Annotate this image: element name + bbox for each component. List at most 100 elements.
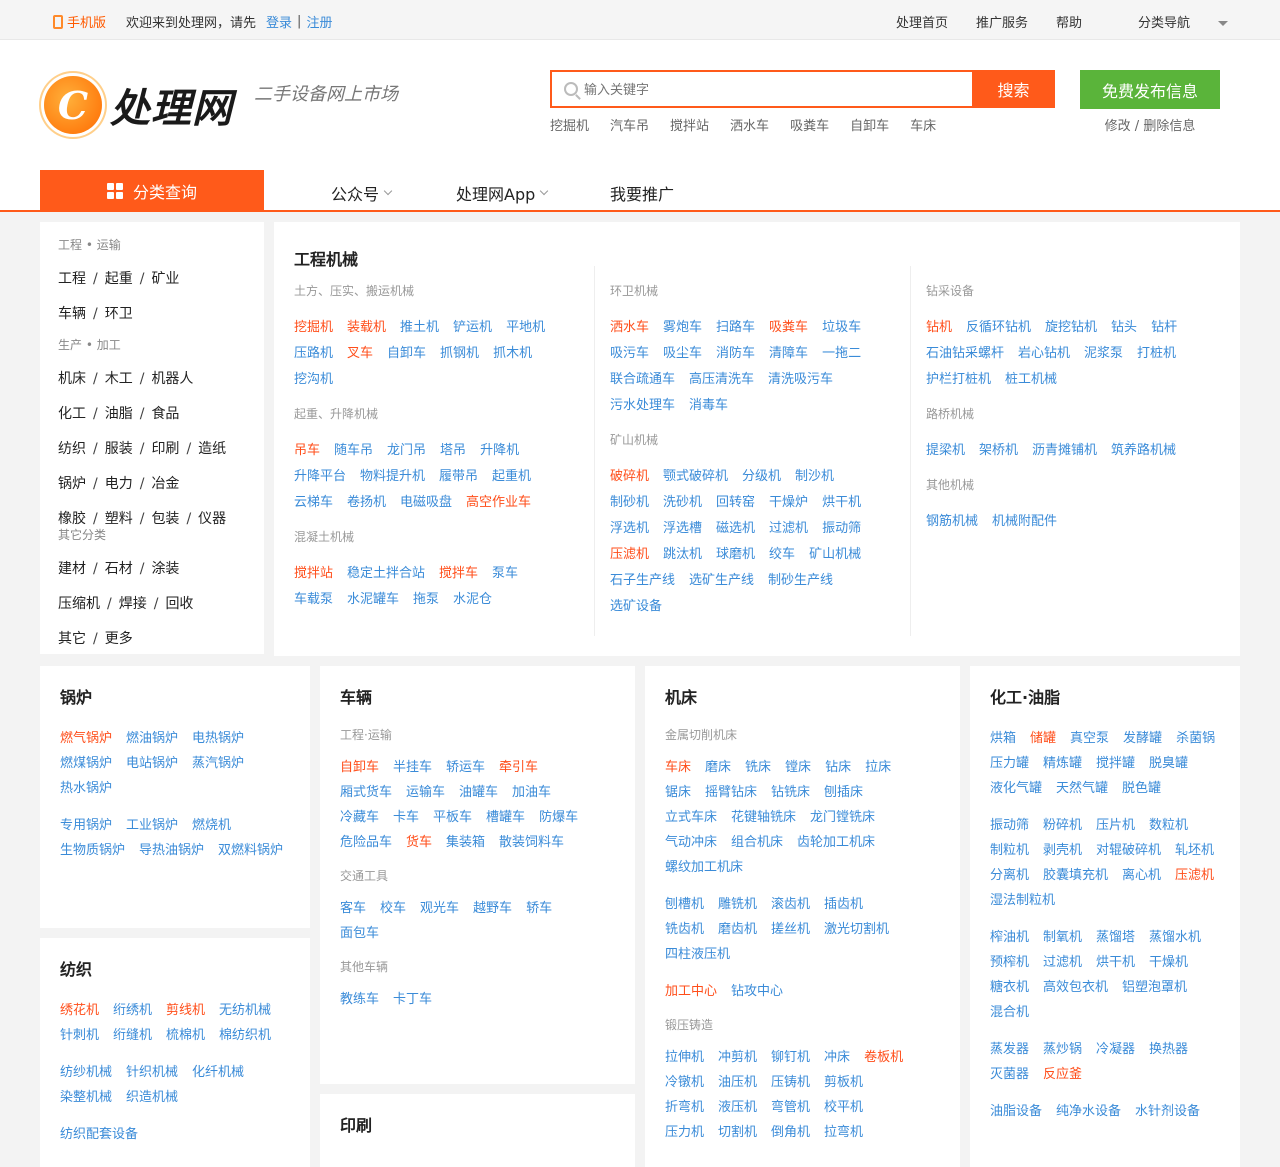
category-link[interactable]: 专用锅炉 xyxy=(60,818,112,833)
category-link[interactable]: 振动筛 xyxy=(990,818,1029,833)
category-link[interactable]: 升降平台 xyxy=(294,469,346,484)
hotword[interactable]: 汽车吊 xyxy=(610,115,649,134)
hotword[interactable]: 挖掘机 xyxy=(550,115,589,134)
category-link[interactable]: 水泥仓 xyxy=(453,592,492,607)
category-link[interactable]: 气动冲床 xyxy=(665,835,717,850)
category-link[interactable]: 铲运机 xyxy=(453,320,492,335)
category-link[interactable]: 高效包衣机 xyxy=(1043,980,1108,995)
category-link[interactable]: 织造机械 xyxy=(126,1090,178,1105)
category-link[interactable]: 振动筛 xyxy=(822,521,861,536)
category-link[interactable]: 蒸发器 xyxy=(990,1042,1029,1057)
category-link[interactable]: 绣花机 xyxy=(60,1003,99,1018)
category-link[interactable]: 拉床 xyxy=(865,760,891,775)
sidebar-link[interactable]: 冶金 xyxy=(151,476,179,492)
sidebar-link[interactable]: 工程 xyxy=(58,271,86,287)
category-link[interactable]: 车床 xyxy=(665,760,691,775)
category-link[interactable]: 提梁机 xyxy=(926,443,965,458)
category-link[interactable]: 升降机 xyxy=(480,443,519,458)
category-link[interactable]: 清障车 xyxy=(769,346,808,361)
category-link[interactable]: 烘箱 xyxy=(990,731,1016,746)
category-link[interactable]: 塔吊 xyxy=(440,443,466,458)
category-link[interactable]: 压力机 xyxy=(665,1125,704,1140)
category-link[interactable]: 平地机 xyxy=(506,320,545,335)
sidebar-link[interactable]: 服装 xyxy=(105,441,133,457)
category-link[interactable]: 刨槽机 xyxy=(665,897,704,912)
category-link[interactable]: 数粒机 xyxy=(1149,818,1188,833)
category-link[interactable]: 拉伸机 xyxy=(665,1050,704,1065)
category-link[interactable]: 抓木机 xyxy=(493,346,532,361)
category-link[interactable]: 天然气罐 xyxy=(1056,781,1108,796)
category-link[interactable]: 轿运车 xyxy=(446,760,485,775)
category-link[interactable]: 油压机 xyxy=(718,1075,757,1090)
category-link[interactable]: 倒角机 xyxy=(771,1125,810,1140)
category-link[interactable]: 校平机 xyxy=(824,1100,863,1115)
category-link[interactable]: 过滤机 xyxy=(769,521,808,536)
category-link[interactable]: 导热油锅炉 xyxy=(139,843,204,858)
category-link[interactable]: 镗床 xyxy=(785,760,811,775)
category-link[interactable]: 电站锅炉 xyxy=(126,756,178,771)
category-link[interactable]: 换热器 xyxy=(1149,1042,1188,1057)
category-link[interactable]: 自卸车 xyxy=(387,346,426,361)
category-link[interactable]: 针刺机 xyxy=(60,1028,99,1043)
sidebar-link[interactable]: 食品 xyxy=(151,406,179,422)
category-link[interactable]: 岩心钻机 xyxy=(1018,346,1070,361)
category-link[interactable]: 雕铣机 xyxy=(718,897,757,912)
category-link[interactable]: 制粒机 xyxy=(990,843,1029,858)
category-link[interactable]: 剥壳机 xyxy=(1043,843,1082,858)
category-link[interactable]: 燃气锅炉 xyxy=(60,731,112,746)
category-link[interactable]: 湿法制粒机 xyxy=(990,893,1055,908)
category-link[interactable]: 铝塑泡罩机 xyxy=(1122,980,1187,995)
search-button[interactable]: 搜索 xyxy=(972,70,1055,108)
category-link[interactable]: 制氧机 xyxy=(1043,930,1082,945)
category-link[interactable]: 吸污车 xyxy=(610,346,649,361)
sidebar-link[interactable]: 包装 xyxy=(151,511,179,527)
category-link[interactable]: 卷扬机 xyxy=(347,495,386,510)
category-link[interactable]: 蒸馏塔 xyxy=(1096,930,1135,945)
category-link[interactable]: 压力罐 xyxy=(990,756,1029,771)
sidebar-link[interactable]: 塑料 xyxy=(105,511,133,527)
category-link[interactable]: 压路机 xyxy=(294,346,333,361)
mobile-link[interactable]: 手机版 xyxy=(53,12,106,31)
category-link[interactable]: 铣床 xyxy=(745,760,771,775)
sidebar-link[interactable]: 电力 xyxy=(105,476,133,492)
hotword[interactable]: 车床 xyxy=(910,115,936,134)
sidebar-link[interactable]: 涂装 xyxy=(151,561,179,577)
category-query-button[interactable]: 分类查询 xyxy=(40,170,264,212)
sidebar-link[interactable]: 造纸 xyxy=(198,441,226,457)
category-link[interactable]: 叉车 xyxy=(347,346,373,361)
category-link[interactable]: 糖衣机 xyxy=(990,980,1029,995)
category-link[interactable]: 钻头 xyxy=(1111,320,1137,335)
category-link[interactable]: 齿轮加工机床 xyxy=(797,835,875,850)
category-link[interactable]: 吸尘车 xyxy=(663,346,702,361)
category-link[interactable]: 铆钉机 xyxy=(771,1050,810,1065)
hotword[interactable]: 搅拌站 xyxy=(670,115,709,134)
category-link[interactable]: 弯管机 xyxy=(771,1100,810,1115)
category-link[interactable]: 榨油机 xyxy=(990,930,1029,945)
category-link[interactable]: 滚齿机 xyxy=(771,897,810,912)
category-link[interactable]: 球磨机 xyxy=(716,547,755,562)
category-link[interactable]: 生物质锅炉 xyxy=(60,843,125,858)
category-link[interactable]: 纯净水设备 xyxy=(1056,1104,1121,1119)
category-link[interactable]: 染整机械 xyxy=(60,1090,112,1105)
category-link[interactable]: 推土机 xyxy=(400,320,439,335)
category-link[interactable]: 精炼罐 xyxy=(1043,756,1082,771)
category-link[interactable]: 干燥炉 xyxy=(769,495,808,510)
category-link[interactable]: 联合疏通车 xyxy=(610,372,675,387)
sidebar-link[interactable]: 其它 xyxy=(58,631,86,647)
category-link[interactable]: 散装饲料车 xyxy=(499,835,564,850)
nav-app[interactable]: 处理网App xyxy=(456,181,549,205)
category-link[interactable]: 污水处理车 xyxy=(610,398,675,413)
category-link[interactable]: 磨齿机 xyxy=(718,922,757,937)
category-link[interactable]: 冷凝器 xyxy=(1096,1042,1135,1057)
sidebar-link[interactable]: 起重 xyxy=(105,271,133,287)
category-link[interactable]: 自卸车 xyxy=(340,760,379,775)
category-link[interactable]: 装载机 xyxy=(347,320,386,335)
category-link[interactable]: 雾炮车 xyxy=(663,320,702,335)
home-link[interactable]: 处理首页 xyxy=(896,12,948,31)
hotword[interactable]: 自卸车 xyxy=(850,115,889,134)
category-link[interactable]: 浮选机 xyxy=(610,521,649,536)
category-link[interactable]: 集装箱 xyxy=(446,835,485,850)
category-link[interactable]: 卷板机 xyxy=(864,1050,903,1065)
category-link[interactable]: 磁选机 xyxy=(716,521,755,536)
category-link[interactable]: 危险品车 xyxy=(340,835,392,850)
